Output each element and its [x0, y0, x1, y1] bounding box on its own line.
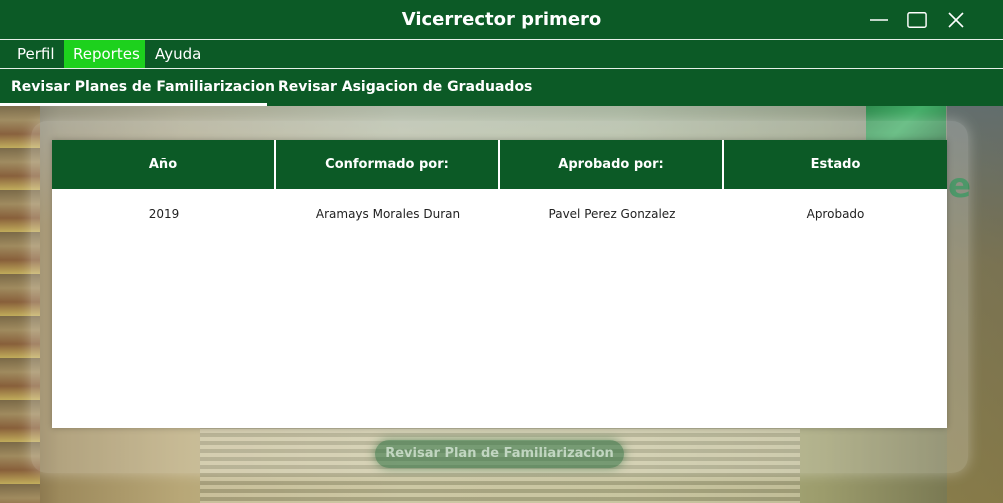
table-header: Año Conformado por: Aprobado por: Estado	[52, 140, 947, 189]
table-row[interactable]: 2019 Aramays Morales Duran Pavel Perez G…	[52, 202, 947, 226]
column-header-conformado[interactable]: Conformado por:	[276, 140, 500, 189]
cell-conformado: Aramays Morales Duran	[315, 207, 461, 221]
menu-reportes[interactable]: Reportes	[64, 40, 145, 68]
window-title: Vicerrector primero	[401, 9, 602, 30]
close-icon[interactable]	[946, 10, 966, 30]
app-window: Vicerrector primero Perfil Reportes Ayud…	[0, 0, 1003, 503]
tab-bar: Revisar Planes de Familiarizacion Revisa…	[0, 69, 1003, 106]
column-header-ano[interactable]: Año	[52, 140, 276, 189]
menu-perfil[interactable]: Perfil	[8, 40, 64, 68]
maximize-icon[interactable]	[907, 10, 927, 30]
column-header-aprobado[interactable]: Aprobado por:	[500, 140, 724, 189]
menu-ayuda[interactable]: Ayuda	[146, 40, 210, 68]
plans-table: Año Conformado por: Aprobado por: Estado…	[52, 140, 947, 428]
tab-revisar-asignacion[interactable]: Revisar Asigacion de Graduados	[278, 69, 532, 106]
cell-estado: Aprobado	[806, 207, 865, 221]
cell-aprobado: Pavel Perez Gonzalez	[548, 207, 676, 221]
review-plan-button[interactable]: Revisar Plan de Familiarizacion	[375, 440, 624, 468]
tab-revisar-planes[interactable]: Revisar Planes de Familiarizacion	[0, 69, 275, 106]
minimize-icon[interactable]	[869, 10, 889, 30]
menu-bar: Perfil Reportes Ayuda	[0, 40, 1003, 69]
cell-ano: 2019	[148, 207, 180, 221]
title-bar[interactable]: Vicerrector primero	[0, 0, 1003, 40]
column-header-estado[interactable]: Estado	[724, 140, 947, 189]
